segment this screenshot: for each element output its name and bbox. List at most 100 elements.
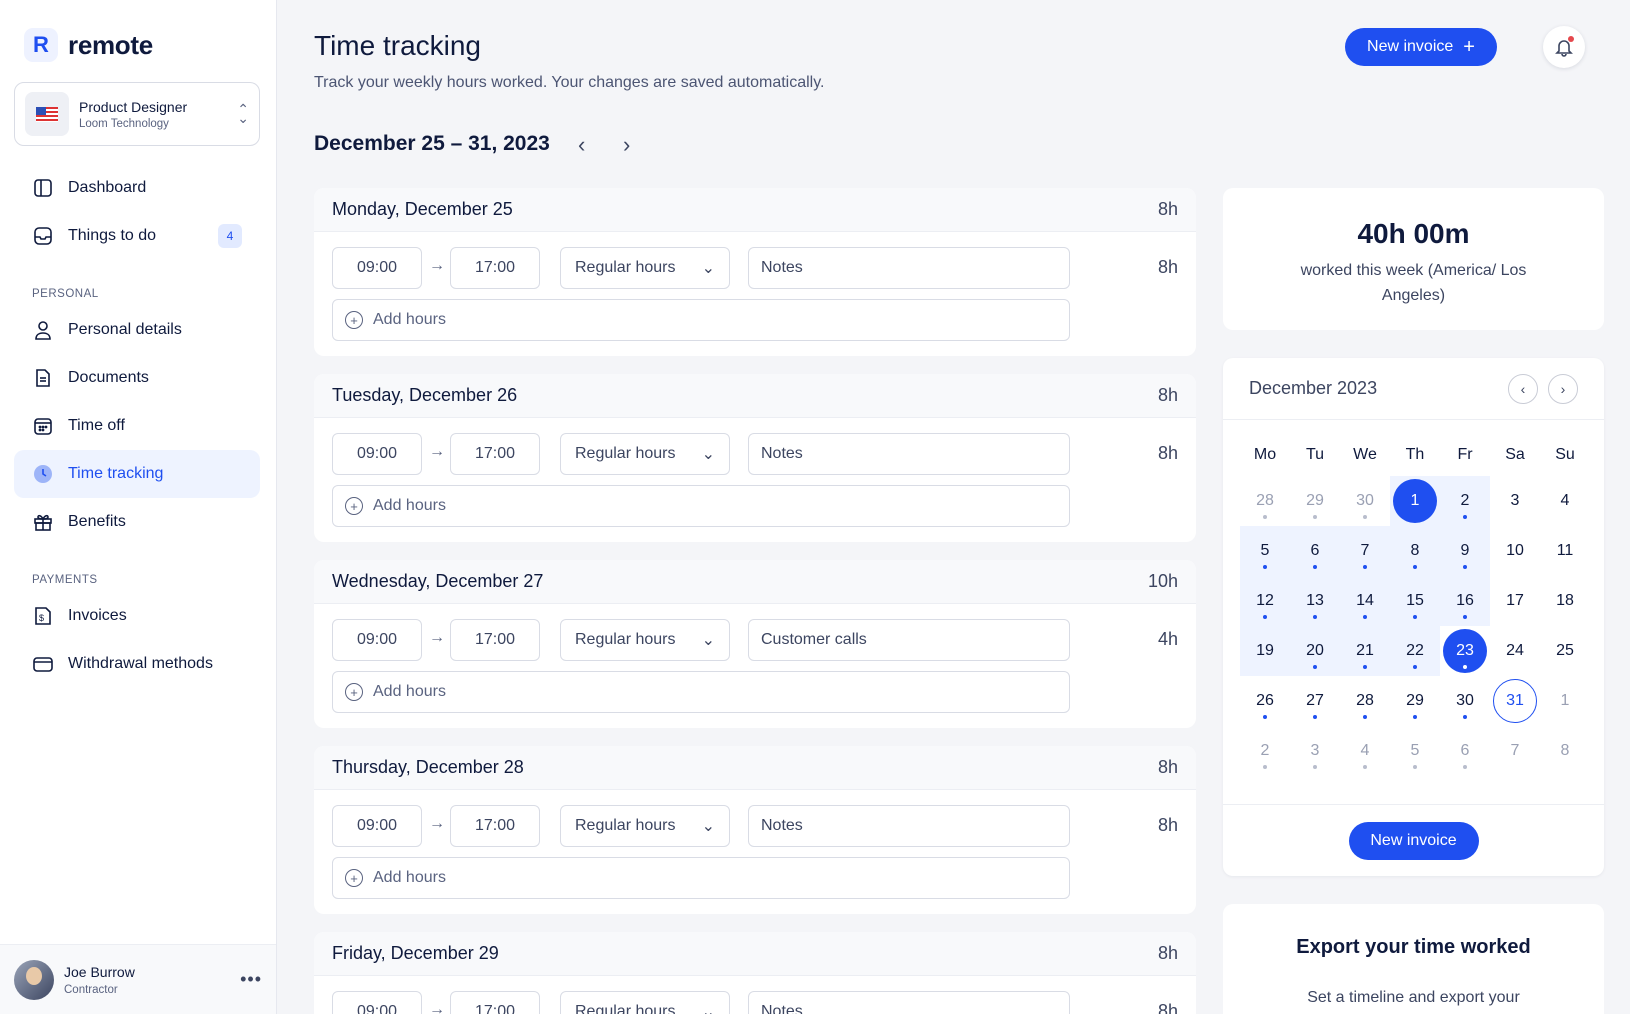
calendar-day[interactable]: 28 [1240, 476, 1290, 526]
add-hours-button[interactable]: + Add hours [332, 671, 1070, 713]
calendar-day[interactable]: 6 [1440, 726, 1490, 776]
calendar-day[interactable]: 14 [1340, 576, 1390, 626]
export-title: Export your time worked [1296, 936, 1531, 958]
end-time-input[interactable]: 17:00 [450, 247, 540, 289]
sidebar-item-invoices[interactable]: $ Invoices [14, 592, 260, 640]
calendar-day[interactable]: 18 [1540, 576, 1590, 626]
calendar-day[interactable]: 7 [1490, 726, 1540, 776]
time-entry-row: 09:00 → 17:00 Regular hours ⌄ Notes 8h [332, 805, 1178, 847]
end-time-input[interactable]: 17:00 [450, 619, 540, 661]
calendar-day[interactable]: 28 [1340, 676, 1390, 726]
hours-type-select[interactable]: Regular hours ⌄ [560, 805, 730, 847]
calendar-day[interactable]: 23 [1440, 626, 1490, 676]
hours-type-select[interactable]: Regular hours ⌄ [560, 247, 730, 289]
calendar-day[interactable]: 10 [1490, 526, 1540, 576]
add-hours-button[interactable]: + Add hours [332, 299, 1070, 341]
calendar-day[interactable]: 8 [1540, 726, 1590, 776]
page-subtitle: Track your weekly hours worked. Your cha… [314, 74, 825, 91]
logo[interactable]: R remote [24, 28, 153, 62]
notes-input[interactable]: Notes [748, 991, 1070, 1014]
chevron-up-down-icon: ⌃ ⌄ [237, 101, 249, 126]
calendar-day[interactable]: 19 [1240, 626, 1290, 676]
end-time-input[interactable]: 17:00 [450, 991, 540, 1014]
notes-input[interactable]: Customer calls [748, 619, 1070, 661]
calendar-day[interactable]: 2 [1240, 726, 1290, 776]
calendar-day-number: 17 [1506, 592, 1524, 609]
export-card: Export your time worked Set a timeline a… [1223, 904, 1604, 1014]
calendar-day[interactable]: 24 [1490, 626, 1540, 676]
add-hours-button[interactable]: + Add hours [332, 857, 1070, 899]
hours-type-select[interactable]: Regular hours ⌄ [560, 991, 730, 1014]
calendar-day[interactable]: 8 [1390, 526, 1440, 576]
sidebar-item-withdrawal-methods[interactable]: Withdrawal methods [14, 640, 260, 688]
start-time-input[interactable]: 09:00 [332, 247, 422, 289]
calendar-day[interactable]: 4 [1340, 726, 1390, 776]
account-switcher[interactable]: Product Designer Loom Technology ⌃ ⌄ [14, 82, 260, 146]
calendar-day[interactable]: 11 [1540, 526, 1590, 576]
sidebar-item-personal-details[interactable]: Personal details [14, 306, 260, 354]
next-month-icon[interactable]: › [1548, 373, 1578, 404]
start-time-input[interactable]: 09:00 [332, 619, 422, 661]
previous-month-icon[interactable]: ‹ [1508, 373, 1538, 404]
arrow-right-icon: → [429, 1001, 445, 1014]
add-hours-button[interactable]: + Add hours [332, 485, 1070, 527]
sidebar-item-documents[interactable]: Documents [14, 354, 260, 402]
calendar-day[interactable]: 31 [1490, 676, 1540, 726]
calendar-day[interactable]: 9 [1440, 526, 1490, 576]
calendar-day[interactable]: 21 [1340, 626, 1390, 676]
calendar-day[interactable]: 15 [1390, 576, 1440, 626]
calendar-day[interactable]: 17 [1490, 576, 1540, 626]
end-time-input[interactable]: 17:00 [450, 433, 540, 475]
calendar-day[interactable]: 16 [1440, 576, 1490, 626]
calendar-day[interactable]: 30 [1340, 476, 1390, 526]
calendar-day[interactable]: 25 [1540, 626, 1590, 676]
calendar-day[interactable]: 1 [1390, 476, 1440, 526]
sidebar-item-time-off[interactable]: Time off [14, 402, 260, 450]
calendar-day[interactable]: 2 [1440, 476, 1490, 526]
calendar-day[interactable]: 3 [1490, 476, 1540, 526]
start-time-input[interactable]: 09:00 [332, 433, 422, 475]
calendar-day[interactable]: 12 [1240, 576, 1290, 626]
calendar-day[interactable]: 5 [1240, 526, 1290, 576]
new-invoice-button[interactable]: New invoice + [1345, 28, 1497, 66]
calendar-day[interactable]: 4 [1540, 476, 1590, 526]
tracked-hours-dot [1463, 665, 1467, 669]
calendar-day[interactable]: 5 [1390, 726, 1440, 776]
notes-input[interactable]: Notes [748, 247, 1070, 289]
sidebar-item-benefits[interactable]: Benefits [14, 498, 260, 546]
calendar-new-invoice-button[interactable]: New invoice [1348, 821, 1479, 860]
notes-input[interactable]: Notes [748, 433, 1070, 475]
calendar-day[interactable]: 30 [1440, 676, 1490, 726]
calendar-week: 19 20 21 22 23 24 25 [1240, 626, 1590, 676]
calendar-day[interactable]: 29 [1290, 476, 1340, 526]
end-time-input[interactable]: 17:00 [450, 805, 540, 847]
calendar-day[interactable]: 7 [1340, 526, 1390, 576]
calendar-day[interactable]: 29 [1390, 676, 1440, 726]
calendar-day[interactable]: 27 [1290, 676, 1340, 726]
month-calendar: December 2023 ‹ › Mo Tu We Th Fr Sa Su 28 29 30 1… [1223, 358, 1604, 876]
previous-week-icon[interactable]: ‹ [578, 132, 585, 158]
notes-input[interactable]: Notes [748, 805, 1070, 847]
calendar-day[interactable]: 20 [1290, 626, 1340, 676]
more-options-icon[interactable]: ••• [240, 969, 262, 990]
calendar-day[interactable]: 13 [1290, 576, 1340, 626]
calendar-day[interactable]: 3 [1290, 726, 1340, 776]
calendar-day[interactable]: 1 [1540, 676, 1590, 726]
calendar-day[interactable]: 6 [1290, 526, 1340, 576]
hours-type-select[interactable]: Regular hours ⌄ [560, 619, 730, 661]
calendar-day[interactable]: 26 [1240, 676, 1290, 726]
sidebar-item-time-tracking[interactable]: Time tracking [14, 450, 260, 498]
us-flag-icon [25, 92, 69, 136]
hours-type-select[interactable]: Regular hours ⌄ [560, 433, 730, 475]
calendar-day[interactable]: 22 [1390, 626, 1440, 676]
next-week-icon[interactable]: › [623, 132, 630, 158]
start-time-input[interactable]: 09:00 [332, 805, 422, 847]
tracked-hours-dot [1463, 565, 1467, 569]
sidebar-item-things-to-do[interactable]: Things to do 4 [14, 212, 260, 260]
notifications-button[interactable] [1543, 26, 1585, 68]
user-profile[interactable]: Joe Burrow Contractor ••• [0, 944, 276, 1014]
calendar-day-number: 10 [1506, 542, 1524, 559]
start-time-input[interactable]: 09:00 [332, 991, 422, 1014]
calendar-day-number: 1 [1393, 479, 1437, 523]
sidebar-item-dashboard[interactable]: Dashboard [14, 164, 260, 212]
